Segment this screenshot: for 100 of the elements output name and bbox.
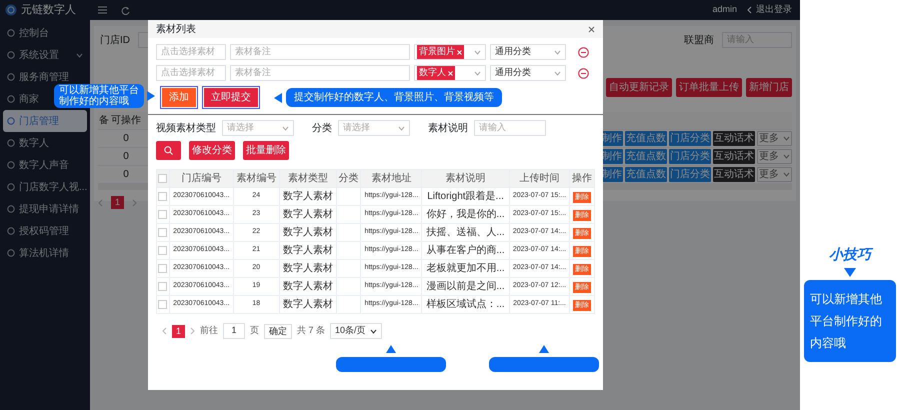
remove-icon[interactable] xyxy=(578,46,589,58)
user-name: admin xyxy=(712,3,737,16)
sidebar-item[interactable]: 数字人 xyxy=(3,132,87,154)
row-action-button[interactable]: 互动话术 xyxy=(713,149,755,164)
ring-icon xyxy=(7,139,15,147)
toolbar-button[interactable]: 批量删除 xyxy=(243,141,289,160)
ring-icon xyxy=(7,183,15,191)
row-checkbox[interactable] xyxy=(158,264,168,273)
table-cell: 数字人素材 xyxy=(279,296,336,314)
dialog-title: 素材列表 xyxy=(156,22,196,36)
row-action-button[interactable]: 更多 xyxy=(757,167,792,182)
pointer-icon xyxy=(539,345,549,353)
page-size-select[interactable]: 10条/页 xyxy=(330,323,382,339)
page-input[interactable]: 1 xyxy=(223,323,246,339)
row-action-button[interactable]: 门店分类 xyxy=(669,149,711,164)
tip-title: 小技巧 xyxy=(829,244,871,265)
sidebar-item[interactable]: 控制台 xyxy=(3,22,87,44)
menu-icon[interactable] xyxy=(98,6,107,14)
close-icon[interactable] xyxy=(588,26,595,32)
table-cell: 数字人素材 xyxy=(279,242,336,260)
table-cell-text: 0 xyxy=(122,168,130,182)
row-checkbox[interactable] xyxy=(158,228,168,237)
prev-icon[interactable] xyxy=(162,327,167,335)
action-button[interactable]: 新增门店 xyxy=(746,78,792,97)
logout-link[interactable]: 退出登录 xyxy=(747,3,792,17)
submit-button[interactable]: 立即提交 xyxy=(204,88,258,107)
logo-icon xyxy=(5,4,17,16)
search-button[interactable] xyxy=(156,141,181,160)
prev-icon[interactable] xyxy=(98,198,103,206)
page-unit: 页 xyxy=(250,324,260,338)
ring-icon xyxy=(7,51,15,59)
ring-icon xyxy=(7,95,15,103)
table-cell: 样板区域试点：... xyxy=(422,296,510,314)
ring-icon xyxy=(7,227,15,235)
material-picker[interactable]: 点击选择素材 xyxy=(156,65,226,81)
next-icon[interactable] xyxy=(132,198,138,206)
row-action-button[interactable]: 更多 xyxy=(757,131,792,146)
caret-icon xyxy=(76,52,83,58)
type-select[interactable]: 数字人 xyxy=(414,65,486,81)
filter-label: 素材说明 xyxy=(428,122,468,136)
remove-icon[interactable] xyxy=(578,68,589,78)
category-select[interactable]: 通用分类 xyxy=(490,44,566,60)
sidebar-item[interactable]: 门店数字人视... xyxy=(3,176,87,198)
row-checkbox[interactable] xyxy=(158,192,168,201)
toolbar-button[interactable]: 修改分类 xyxy=(189,141,235,160)
row-action-button[interactable]: 充值点数 xyxy=(625,167,667,182)
total-count: 共 7 条 xyxy=(297,324,326,338)
action-button[interactable]: 订单批量上传 xyxy=(676,78,742,97)
filter-select[interactable]: 请选择 xyxy=(222,120,294,136)
confirm-button[interactable]: 确定 xyxy=(264,324,292,338)
caret-icon xyxy=(282,126,289,130)
sidebar-item[interactable]: 系统设置 xyxy=(3,44,87,66)
logo-text: 元链数字人 xyxy=(21,2,76,18)
caret-icon xyxy=(474,70,481,76)
sidebar-item[interactable]: 门店管理 xyxy=(3,110,87,132)
next-icon[interactable] xyxy=(190,327,196,335)
row-action-button[interactable]: 制作 xyxy=(601,167,623,182)
filter-input[interactable]: 请输入 xyxy=(474,120,546,136)
page-button[interactable]: 1 xyxy=(111,196,124,209)
row-action-button[interactable]: 门店分类 xyxy=(669,167,711,182)
row-checkbox[interactable] xyxy=(158,282,168,291)
column-header: 门店编号 xyxy=(169,170,234,188)
sidebar-item[interactable]: 算法机详情 xyxy=(3,242,87,264)
row-action-button[interactable]: 充值点数 xyxy=(625,131,667,146)
table-cell: 扶摇、送福、人... xyxy=(422,224,510,242)
table-cell-text: 0 xyxy=(122,132,130,146)
header-checkbox[interactable] xyxy=(158,174,168,183)
row-checkbox[interactable] xyxy=(158,300,168,309)
category-select[interactable]: 通用分类 xyxy=(490,65,566,81)
add-button[interactable]: 添加 xyxy=(162,88,196,107)
note-field[interactable]: 素材备注 xyxy=(230,44,410,60)
column-header: 素材说明 xyxy=(422,170,510,188)
page-button[interactable]: 1 xyxy=(172,324,186,338)
row-action-button[interactable]: 制作 xyxy=(601,131,623,146)
table-cell: Liftoright跟着是... xyxy=(422,188,510,206)
note-field[interactable]: 素材备注 xyxy=(230,65,410,81)
row-action-button[interactable]: 更多 xyxy=(757,149,792,164)
filter-select[interactable]: 请选择 xyxy=(338,120,410,136)
row-action-button[interactable]: 门店分类 xyxy=(669,131,711,146)
caret-icon xyxy=(370,328,377,334)
action-button[interactable]: 自动更新记录 xyxy=(606,78,672,97)
caret-icon xyxy=(783,172,790,177)
caret-icon xyxy=(783,154,790,159)
row-checkbox[interactable] xyxy=(158,246,168,255)
material-picker[interactable]: 点击选择素材 xyxy=(156,44,226,60)
row-checkbox[interactable] xyxy=(158,210,168,219)
sidebar-item[interactable]: 提现申请详情 xyxy=(3,198,87,220)
search-icon xyxy=(164,146,173,155)
pointer-icon xyxy=(386,345,396,353)
type-select[interactable]: 背景图片 xyxy=(414,44,486,60)
sidebar-item[interactable]: 数字人声音 xyxy=(3,154,87,176)
refresh-icon[interactable] xyxy=(121,6,130,14)
pointer-icon xyxy=(274,92,282,102)
table-cell: 漫画以前是之间... xyxy=(422,278,510,296)
row-action-button[interactable]: 互动话术 xyxy=(713,131,755,146)
callout-tooltip: 提交制作好的数字人、背景照片、背景视频等 xyxy=(286,88,502,107)
row-action-button[interactable]: 互动话术 xyxy=(713,167,755,182)
sidebar-item[interactable]: 授权码管理 xyxy=(3,220,87,242)
row-action-button[interactable]: 充值点数 xyxy=(625,149,667,164)
row-action-button[interactable]: 制作 xyxy=(601,149,623,164)
